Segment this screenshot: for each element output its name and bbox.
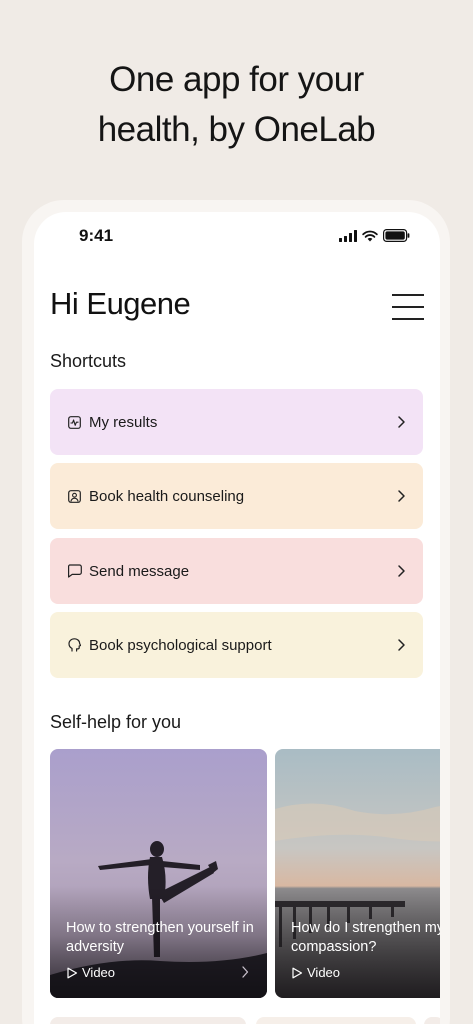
battery-icon: [383, 229, 410, 242]
card-title: How do I strengthen my self-compassion?: [291, 920, 440, 955]
card-type-label: Video: [307, 965, 341, 980]
lake-pier-image: [275, 749, 440, 998]
yoga-silhouette-image: [50, 749, 267, 998]
health-chart-icon: [66, 414, 82, 430]
chevron-right-icon: [398, 416, 405, 428]
shortcuts-title: Shortcuts: [50, 351, 127, 371]
self-help-card[interactable]: How to strengthen yourself in adversity …: [50, 749, 267, 998]
hamburger-menu-icon[interactable]: [392, 294, 424, 320]
person-portrait-icon: [66, 488, 82, 504]
chevron-right-icon: [398, 490, 405, 502]
headline-line-1: One app for your: [109, 60, 364, 99]
bottom-card-peek: [424, 1017, 440, 1024]
signal-icon: [339, 229, 357, 242]
card-type-label: Video: [82, 965, 116, 980]
head-profile-icon: [66, 637, 82, 653]
chat-bubble-icon: [66, 563, 82, 579]
play-icon: [67, 967, 78, 978]
shortcut-my-results[interactable]: My results: [50, 389, 423, 455]
play-icon: [292, 967, 303, 978]
self-help-title: Self-help for you: [50, 712, 182, 732]
chevron-right-icon: [242, 966, 249, 978]
status-time: 9:41: [79, 226, 114, 245]
shortcut-book-health-counseling[interactable]: Book health counseling: [50, 463, 423, 529]
shortcut-label: Send message: [89, 562, 190, 580]
shortcut-label: Book psychological support: [89, 636, 272, 654]
self-help-card[interactable]: How do I strengthen my self-compassion? …: [275, 749, 440, 998]
chevron-right-icon: [398, 565, 405, 577]
headline: One app for your health, by OneLab: [0, 55, 473, 155]
shortcut-label: Book health counseling: [89, 487, 245, 505]
headline-line-2: health, by OneLab: [97, 110, 376, 149]
greeting-title: Hi Eugene: [50, 286, 191, 321]
bottom-card-peek: [50, 1017, 246, 1024]
shortcut-book-psychological-support[interactable]: Book psychological support: [50, 612, 423, 678]
bottom-card-peek: [256, 1017, 416, 1024]
shortcut-label: My results: [89, 413, 158, 431]
shortcut-send-message[interactable]: Send message: [50, 538, 423, 604]
status-icons: [339, 229, 410, 242]
card-type: Video: [66, 965, 115, 980]
wifi-icon: [362, 230, 378, 241]
status-bar: 9:41: [34, 212, 440, 262]
chevron-right-icon: [398, 639, 405, 651]
card-type: Video: [291, 965, 340, 980]
phone-screen: 9:41 Hi Eugene Shortcuts My results Book…: [34, 212, 440, 1024]
card-title: How to strengthen yourself in adversity: [66, 920, 254, 955]
